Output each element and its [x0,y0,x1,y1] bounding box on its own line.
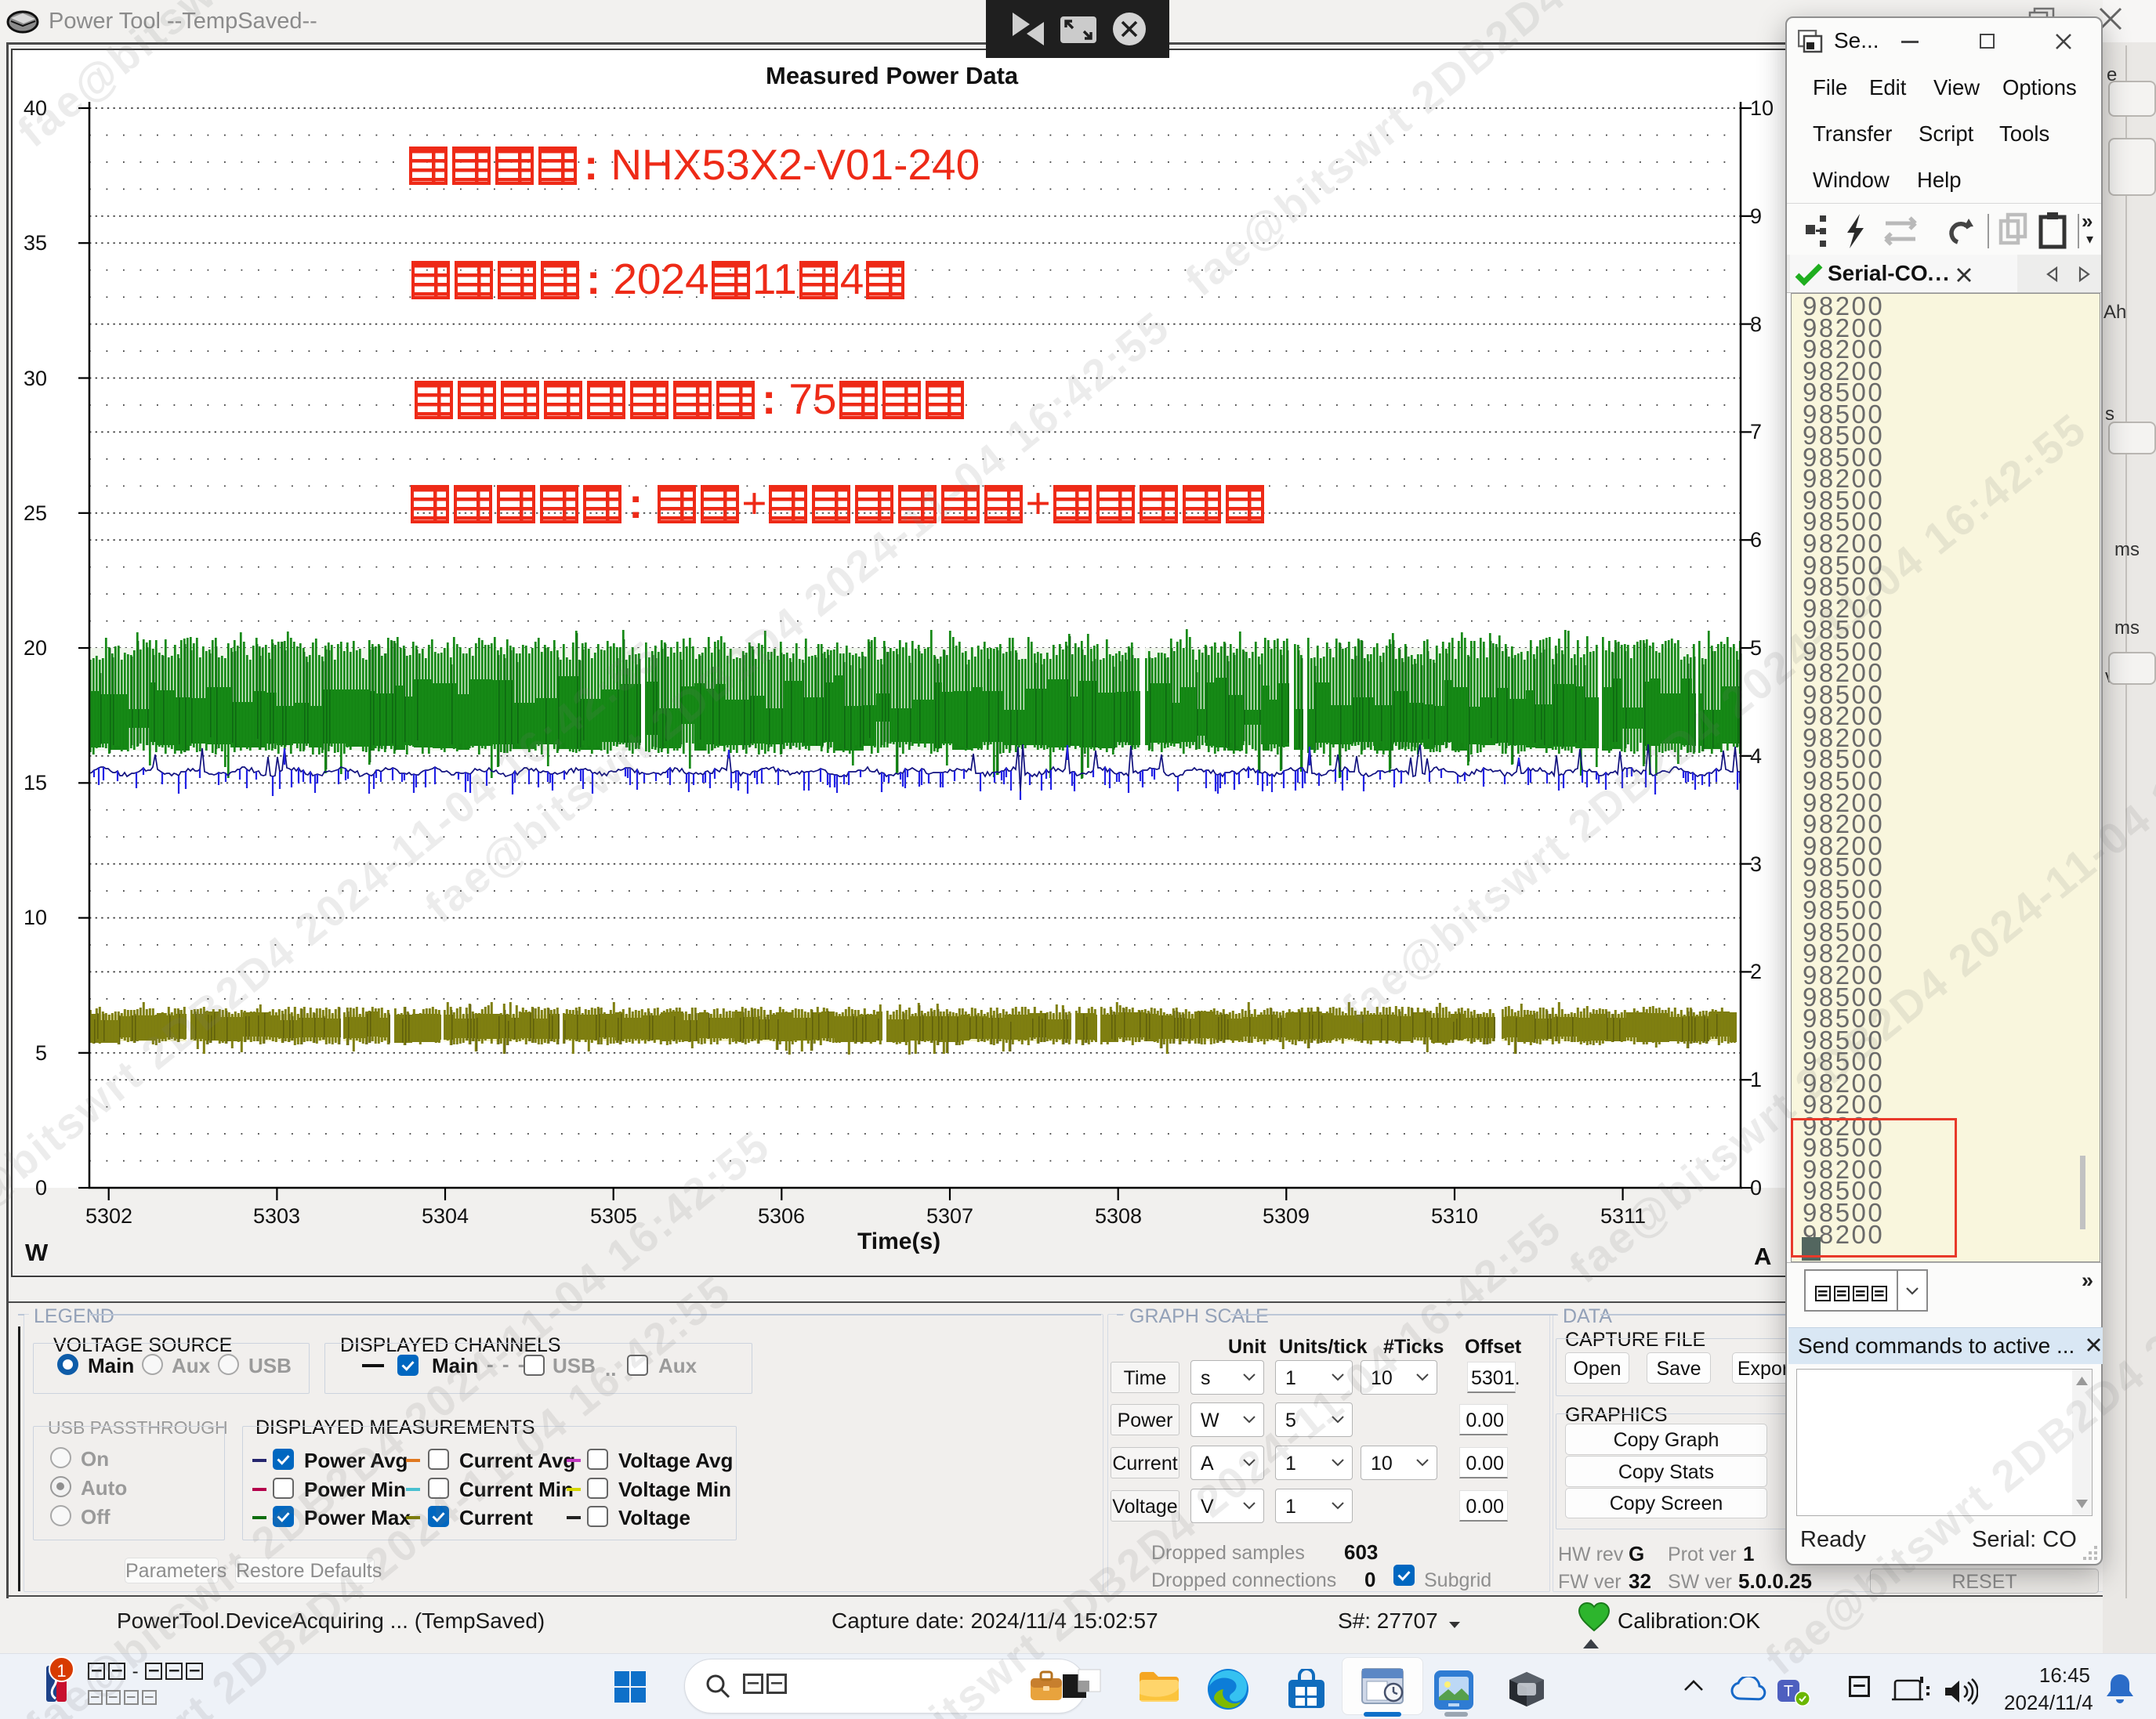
svg-text:T: T [1784,1683,1793,1700]
